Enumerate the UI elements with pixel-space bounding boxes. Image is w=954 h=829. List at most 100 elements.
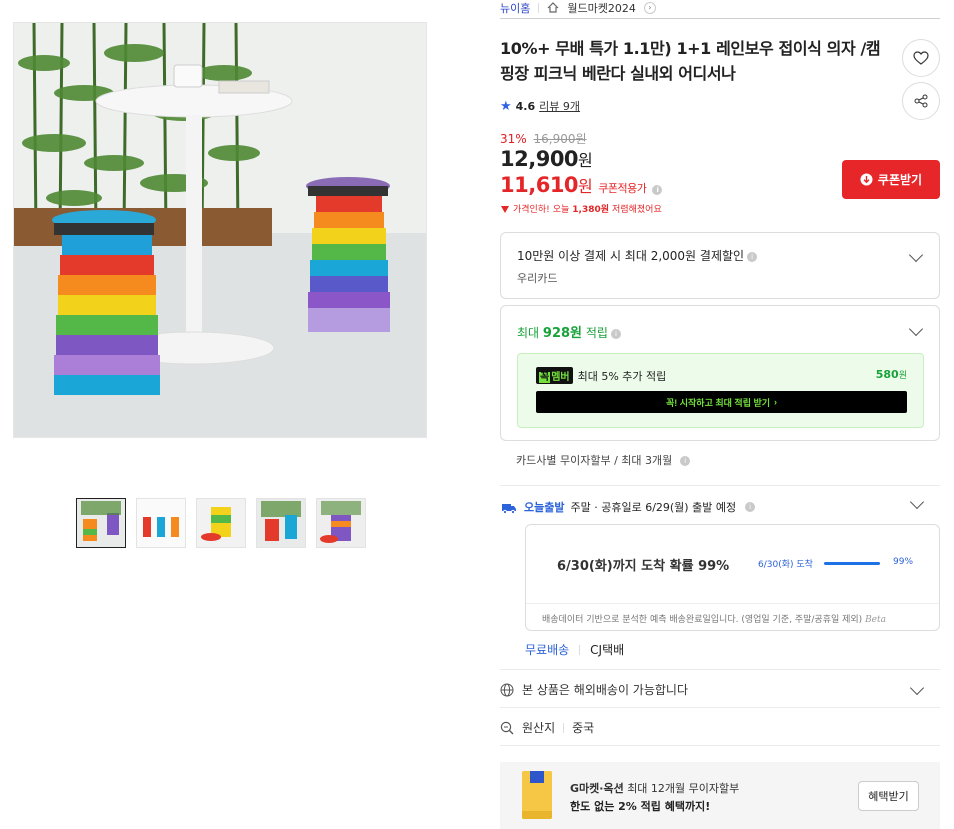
product-main-image[interactable] bbox=[13, 22, 427, 438]
points-prefix: 최대 bbox=[517, 326, 540, 340]
brand-link[interactable]: 뉴이홈 bbox=[500, 0, 530, 16]
origin-row: 원산지 중국 bbox=[500, 719, 594, 736]
divider bbox=[500, 707, 940, 708]
member-row: 꼭 멤버 최대 5% 추가 적립 bbox=[536, 367, 666, 384]
thumbnail-1[interactable] bbox=[76, 498, 126, 548]
arrival-percent: 99% bbox=[893, 557, 914, 567]
get-benefit-button[interactable]: 혜택받기 bbox=[858, 781, 919, 811]
delivery-divider bbox=[579, 644, 581, 655]
chevron-down-icon[interactable] bbox=[908, 321, 924, 337]
chevron-down-icon[interactable] bbox=[909, 680, 925, 696]
magnifier-icon bbox=[500, 721, 514, 734]
divider bbox=[500, 485, 940, 486]
chevron-down-icon[interactable] bbox=[908, 247, 924, 263]
discount-percent: 31% bbox=[500, 132, 527, 146]
member-badge: 꼭 멤버 bbox=[536, 367, 573, 384]
coupon-price-unit: 원 bbox=[578, 177, 593, 196]
member-points-value: 580 bbox=[875, 368, 899, 381]
coupon-price: 11,610원 쿠폰적용가 i bbox=[500, 173, 663, 197]
card-name: 우리카드 bbox=[517, 272, 558, 285]
divider bbox=[500, 745, 940, 746]
card-promo-banner: G마켓·옥션 최대 12개월 무이자할부 한도 없는 2% 적립 혜택까지! 혜… bbox=[500, 762, 940, 829]
promo-brand: G마켓·옥션 bbox=[570, 782, 624, 795]
card-discount-title: 10만원 이상 결제 시 최대 2,000원 결제할인 i bbox=[517, 247, 758, 264]
card-discount-panel[interactable]: 10만원 이상 결제 시 최대 2,000원 결제할인 i 우리카드 bbox=[500, 232, 940, 299]
shipping-row: 오늘출발 주말 · 공휴일로 6/29(월) 출발 예정 i bbox=[500, 499, 756, 515]
member-points: 580원 bbox=[876, 368, 907, 381]
coupon-download-button[interactable]: 쿠폰받기 bbox=[842, 160, 940, 199]
store-link[interactable]: 월드마켓2024 bbox=[567, 0, 635, 16]
sale-price-value: 12,900 bbox=[500, 147, 579, 171]
price-drop-suffix: 저렴해졌어요 bbox=[612, 205, 662, 215]
overseas-shipping-text: 본 상품은 해외배송이 가능합니다 bbox=[522, 683, 689, 697]
breadcrumb: 뉴이홈 월드마켓2024 › bbox=[500, 0, 940, 19]
origin-value: 중국 bbox=[572, 721, 595, 735]
coupon-price-value: 11,610 bbox=[500, 173, 579, 197]
download-icon bbox=[860, 173, 873, 186]
info-icon[interactable]: i bbox=[747, 251, 758, 262]
rating-score: 4.6 bbox=[515, 99, 536, 113]
shipping-schedule: 주말 · 공휴일로 6/29(월) 출발 예정 bbox=[570, 501, 737, 514]
free-shipping-label: 무료배송 bbox=[525, 643, 570, 657]
arrival-note: 배송데이터 기반으로 분석한 예측 배송완료일입니다. (영업일 기준, 주말/… bbox=[526, 603, 939, 625]
arrival-probability: 6/30(화)까지 도착 확률 99% bbox=[557, 559, 730, 574]
overseas-shipping-row[interactable]: 본 상품은 해외배송이 가능합니다 bbox=[500, 681, 688, 698]
thumbnail-3[interactable] bbox=[196, 498, 246, 548]
promo-line-1-text: 최대 12개월 무이자할부 bbox=[627, 782, 740, 795]
coupon-price-tag: 쿠폰적용가 bbox=[598, 182, 647, 195]
beta-label: Beta bbox=[865, 615, 886, 625]
member-badge-a: 꼭 bbox=[539, 372, 551, 383]
product-title: 10%+ 무배 특가 1.1만) 1+1 레인보우 접이식 의자 /캠핑장 피크… bbox=[500, 39, 881, 83]
price-drop-text: 오늘 bbox=[552, 205, 570, 215]
today-shipping-label: 오늘출발 bbox=[524, 501, 565, 514]
arrival-date: 6/30(화) 도착 bbox=[758, 560, 813, 570]
chevron-right-icon[interactable]: › bbox=[643, 1, 656, 14]
heart-icon bbox=[913, 51, 929, 65]
price-down-arrow-icon bbox=[501, 205, 509, 213]
info-icon[interactable]: i bbox=[652, 185, 663, 195]
info-icon[interactable]: i bbox=[745, 502, 756, 512]
info-icon[interactable]: i bbox=[680, 456, 691, 466]
member-benefit-box: 꼭 멤버 최대 5% 추가 적립 580원 꼭! 시작하고 최대 적립 받기 › bbox=[517, 353, 924, 428]
chevron-right-icon: › bbox=[774, 397, 778, 407]
points-suffix: 적립 bbox=[585, 326, 608, 340]
points-summary: 최대 928원 적립 i bbox=[517, 322, 621, 341]
thumbnail-list bbox=[76, 498, 366, 548]
product-photo bbox=[14, 23, 426, 437]
share-icon bbox=[914, 94, 928, 108]
price-drop-prefix: 가격인하! bbox=[513, 205, 550, 215]
member-start-button[interactable]: 꼭! 시작하고 최대 적립 받기 › bbox=[536, 391, 907, 413]
price-drop-notice: 가격인하! 오늘 1,380원 저렴해졌어요 bbox=[500, 202, 662, 215]
thumbnail-5[interactable] bbox=[316, 498, 366, 548]
member-cta-label: 꼭! 시작하고 최대 적립 받기 bbox=[665, 397, 771, 408]
points-panel: 최대 928원 적립 i 꼭 멤버 최대 5% 추가 적립 580원 꼭! 시작하고… bbox=[500, 305, 940, 441]
coupon-button-label: 쿠폰받기 bbox=[877, 173, 923, 187]
divider bbox=[500, 669, 940, 670]
thumbnail-4[interactable] bbox=[256, 498, 306, 548]
promo-line-1: G마켓·옥션 최대 12개월 무이자할부 bbox=[570, 780, 739, 796]
thumbnail-2[interactable] bbox=[136, 498, 186, 548]
globe-icon bbox=[500, 683, 514, 696]
arrival-prediction-box: 6/30(화)까지 도착 확률 99% 6/30(화) 도착 99% 배송데이터… bbox=[525, 524, 940, 631]
delivery-truck-icon bbox=[502, 503, 516, 514]
member-text: 최대 5% 추가 적립 bbox=[577, 369, 667, 383]
star-icon: ★ bbox=[500, 98, 512, 114]
installment-info: 카드사별 무이자할부 / 최대 3개월 i bbox=[516, 452, 691, 468]
rating-summary: ★ 4.6 리뷰 9개 bbox=[500, 98, 580, 114]
arrival-note-text: 배송데이터 기반으로 분석한 예측 배송완료일입니다. (영업일 기준, 주말/… bbox=[542, 615, 863, 625]
discount-row: 31% 16,900원 bbox=[500, 130, 587, 147]
home-icon bbox=[547, 2, 559, 13]
origin-divider bbox=[563, 722, 565, 733]
carrier-name: CJ택배 bbox=[590, 643, 625, 657]
chevron-down-icon[interactable] bbox=[909, 494, 925, 510]
share-button[interactable] bbox=[902, 82, 940, 120]
review-count-link[interactable]: 리뷰 9개 bbox=[539, 98, 580, 114]
info-icon[interactable]: i bbox=[610, 328, 621, 339]
points-amount: 928원 bbox=[542, 326, 583, 341]
sale-price: 12,900원 bbox=[500, 147, 593, 171]
member-points-unit: 원 bbox=[898, 371, 907, 381]
credit-card-image bbox=[522, 771, 552, 819]
original-price: 16,900원 bbox=[533, 132, 587, 146]
price-drop-amount: 1,380원 bbox=[572, 205, 610, 215]
wishlist-button[interactable] bbox=[902, 39, 940, 77]
